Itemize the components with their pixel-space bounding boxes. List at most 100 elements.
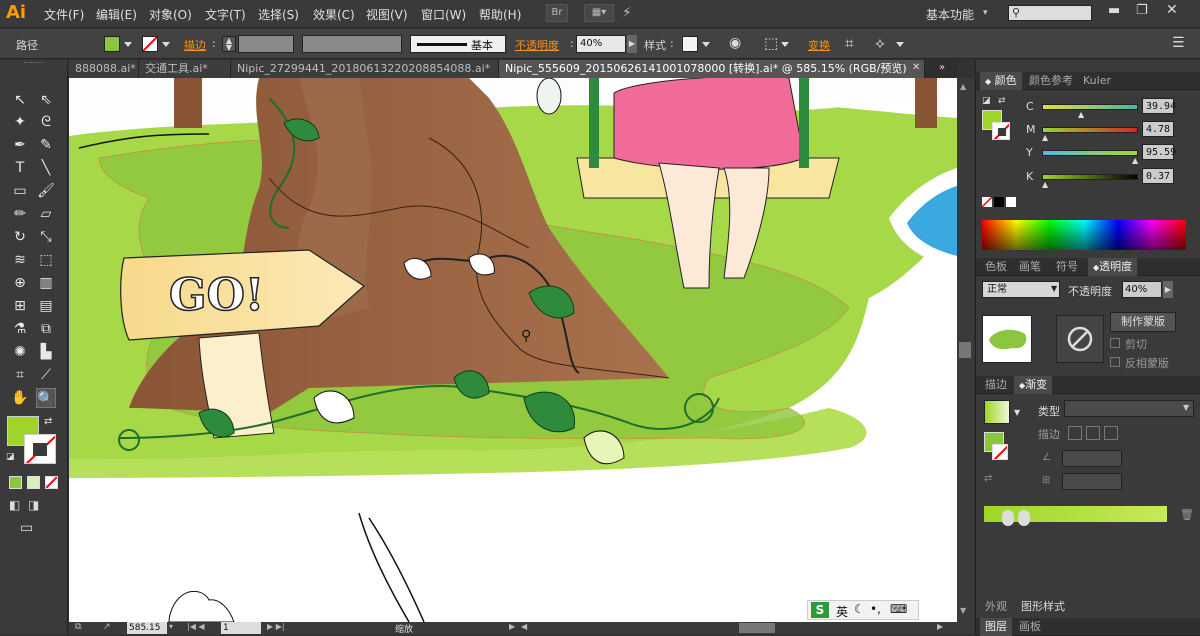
scroll-thumb[interactable]: [959, 342, 971, 358]
first-page-icon[interactable]: |◀ ◀: [187, 622, 205, 631]
tab-document-2[interactable]: 交通工具.ai*: [139, 60, 231, 78]
channel-y-slider[interactable]: [1042, 150, 1138, 156]
menu-window[interactable]: 窗口(W): [421, 6, 466, 23]
white-color-chip[interactable]: [1006, 197, 1016, 207]
tab-document-3[interactable]: Nipic_27299441_20180613220208854088.ai*: [231, 60, 499, 78]
opacity-arrow[interactable]: ▶: [1163, 281, 1173, 298]
ime-language[interactable]: 英: [836, 603, 848, 620]
gradient-midpoint[interactable]: [1018, 510, 1030, 526]
symbol-sprayer-tool-icon[interactable]: ✺: [10, 342, 30, 362]
column-graph-tool-icon[interactable]: ▙: [36, 342, 56, 362]
make-mask-button[interactable]: 制作蒙版: [1110, 312, 1176, 332]
swap-colors-icon[interactable]: ⇄: [998, 96, 1006, 106]
invert-mask-checkbox[interactable]: [1110, 357, 1120, 367]
default-colors-icon[interactable]: ◪: [982, 96, 991, 106]
channel-y-value[interactable]: 95.59: [1142, 144, 1176, 160]
rectangle-tool-icon[interactable]: ▭: [10, 181, 30, 201]
slider-thumb-icon[interactable]: ▲: [1042, 133, 1048, 142]
blend-tool-icon[interactable]: ⧉: [36, 319, 56, 339]
chevron-down-icon[interactable]: [124, 42, 132, 47]
tab-brushes[interactable]: 画笔: [1014, 258, 1046, 276]
chevron-down-icon[interactable]: [896, 42, 904, 47]
minimize-icon[interactable]: ▬: [1108, 3, 1120, 18]
next-page-icon[interactable]: ▶ ▶|: [267, 622, 285, 631]
lasso-tool-icon[interactable]: ᘓ: [36, 112, 56, 132]
channel-m-slider[interactable]: [1042, 127, 1138, 133]
stroke-within-icon[interactable]: [1068, 426, 1082, 440]
stroke-swatch[interactable]: [142, 36, 158, 52]
swap-colors-icon[interactable]: ⇄: [44, 416, 52, 427]
paintbrush-tool-icon[interactable]: 🖌: [36, 181, 56, 201]
stroke-weight-dropdown[interactable]: [238, 35, 294, 53]
close-icon[interactable]: ✕: [1166, 2, 1178, 18]
tab-graphic-styles[interactable]: 图形样式: [1016, 598, 1070, 616]
pencil-tool-icon[interactable]: ✏: [10, 204, 30, 224]
gradient-stroke-box[interactable]: [992, 444, 1008, 460]
restore-icon[interactable]: ❐: [1136, 3, 1148, 18]
chevron-down-icon[interactable]: [702, 42, 710, 47]
free-transform-tool-icon[interactable]: ⬚: [36, 250, 56, 270]
share-icon[interactable]: ↗: [103, 622, 111, 632]
gradient-aspect-select[interactable]: [1062, 473, 1122, 490]
bridge-button[interactable]: Br: [546, 4, 568, 22]
stroke-label[interactable]: 描边: [184, 37, 206, 53]
pen-tool-icon[interactable]: ✒: [10, 135, 30, 155]
tab-symbols[interactable]: 符号: [1051, 258, 1083, 276]
channel-c-slider[interactable]: [1042, 104, 1138, 110]
scroll-right-icon[interactable]: ▶: [937, 622, 943, 631]
curvature-tool-icon[interactable]: ✎: [36, 135, 56, 155]
recolor-icon[interactable]: ◉: [729, 35, 741, 51]
color-stroke-box[interactable]: [992, 122, 1010, 140]
page-input[interactable]: 1: [221, 622, 261, 634]
gradient-mode-button[interactable]: [27, 476, 40, 489]
selection-tool-icon[interactable]: ↖: [10, 90, 30, 110]
mesh-tool-icon[interactable]: ⊞: [10, 296, 30, 316]
search-input[interactable]: ⚲: [1008, 5, 1092, 21]
gradient-preview-swatch[interactable]: [984, 400, 1010, 424]
zoom-tool-icon[interactable]: 🔍: [36, 388, 56, 408]
transparency-opacity-input[interactable]: 40%: [1122, 281, 1162, 298]
more-tabs-icon[interactable]: »: [939, 62, 945, 73]
gpu-icon[interactable]: ⚡: [622, 5, 632, 21]
magic-wand-tool-icon[interactable]: ✦: [10, 112, 30, 132]
line-tool-icon[interactable]: ╲: [36, 158, 56, 178]
screen-mode-icon[interactable]: ▭: [20, 520, 33, 536]
opacity-arrow[interactable]: ▶: [627, 35, 637, 53]
chevron-down-icon[interactable]: [781, 42, 789, 47]
align-icon[interactable]: ⬚: [764, 34, 778, 52]
menu-edit[interactable]: 编辑(E): [96, 6, 137, 23]
direct-selection-tool-icon[interactable]: ⇖: [36, 90, 56, 110]
eyedropper-tool-icon[interactable]: ⚗: [10, 319, 30, 339]
tab-stroke[interactable]: 描边: [980, 376, 1012, 394]
scroll-up-icon[interactable]: ▲: [960, 82, 966, 91]
workspace-switcher[interactable]: 基本功能: [926, 6, 974, 23]
color-mode-button[interactable]: [9, 476, 22, 489]
menu-object[interactable]: 对象(O): [149, 6, 192, 23]
black-color-chip[interactable]: [994, 197, 1004, 207]
brush-dropdown[interactable]: 基本: [410, 35, 506, 53]
menu-type[interactable]: 文字(T): [205, 6, 246, 23]
status-menu-icon[interactable]: ▶: [509, 622, 515, 631]
channel-k-value[interactable]: 0.37: [1142, 168, 1174, 184]
stroke-color-box[interactable]: [24, 434, 56, 464]
gradient-type-select[interactable]: [1064, 400, 1194, 417]
tab-gradient[interactable]: ◆渐变: [1014, 376, 1053, 394]
tab-appearance[interactable]: 外观: [980, 598, 1012, 616]
tab-layers[interactable]: 图层: [980, 618, 1012, 636]
vertical-scrollbar[interactable]: ▲ ▼: [957, 78, 974, 622]
zoom-dropdown-icon[interactable]: ▾: [169, 622, 173, 631]
tab-kuler[interactable]: Kuler: [1078, 72, 1116, 90]
tab-swatches[interactable]: 色板: [980, 258, 1012, 276]
slice-tool-icon[interactable]: ⟋: [36, 365, 56, 385]
envelope-icon[interactable]: ⟡: [875, 34, 885, 52]
transform-link[interactable]: 变换: [808, 37, 830, 53]
stroke-along-icon[interactable]: [1086, 426, 1100, 440]
menu-file[interactable]: 文件(F): [44, 6, 84, 23]
trash-icon[interactable]: 🗑: [1180, 508, 1194, 521]
gradient-angle-select[interactable]: [1062, 450, 1122, 467]
rotate-tool-icon[interactable]: ↻: [10, 227, 30, 247]
hand-tool-icon[interactable]: ✋: [10, 388, 30, 408]
opacity-label[interactable]: 不透明度: [515, 37, 559, 53]
draw-behind-icon[interactable]: ◨: [28, 498, 39, 512]
clip-checkbox[interactable]: [1110, 338, 1120, 348]
